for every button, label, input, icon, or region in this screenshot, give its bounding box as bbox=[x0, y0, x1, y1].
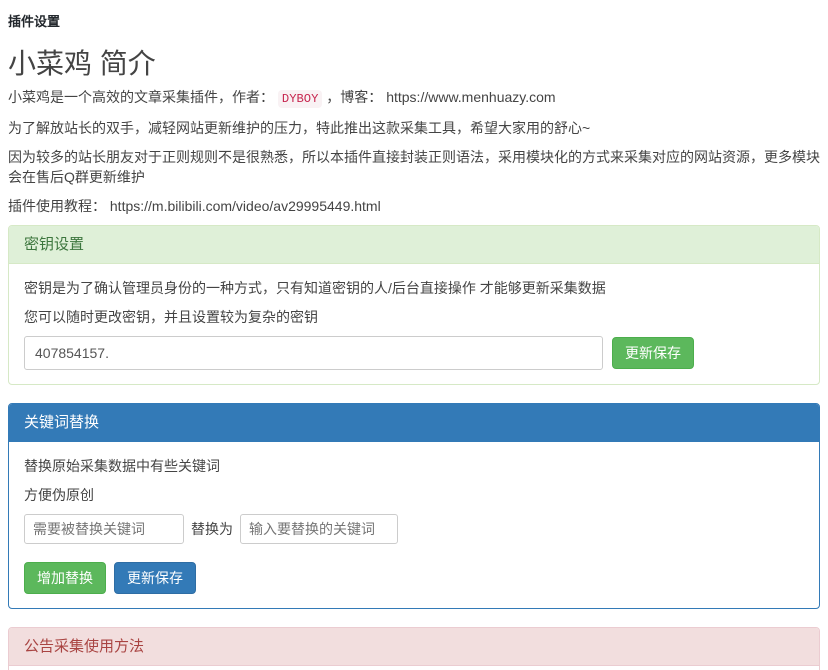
author-code: DYBOY bbox=[278, 90, 323, 108]
page-title: 插件设置 bbox=[8, 13, 820, 31]
plugin-settings-page: 插件设置 小菜鸡 简介 小菜鸡是一个高效的文章采集插件，作者： DYBOY ，博… bbox=[0, 0, 828, 670]
keyword-to-input[interactable] bbox=[240, 514, 398, 544]
intro-author-text-after: ，博客： bbox=[322, 89, 386, 105]
intro-author-text-before: 小菜鸡是一个高效的文章采集插件，作者： bbox=[8, 89, 278, 105]
tutorial-url: https://m.bilibili.com/video/av29995449.… bbox=[110, 198, 381, 214]
keyword-description-1: 替换原始采集数据中有些关键词 bbox=[24, 456, 804, 476]
keyword-description-2: 方便伪原创 bbox=[24, 485, 804, 505]
keyword-replace-panel-body: 替换原始采集数据中有些关键词 方便伪原创 替换为 增加替换 更新保存 bbox=[9, 442, 819, 608]
intro-paragraph-author: 小菜鸡是一个高效的文章采集插件，作者： DYBOY ，博客： https://w… bbox=[8, 87, 820, 109]
keyword-replace-panel-heading: 关键词替换 bbox=[9, 404, 819, 442]
key-description-1: 密钥是为了确认管理员身份的一种方式，只有知道密钥的人/后台直接操作 才能够更新采… bbox=[24, 278, 804, 298]
key-input-row: 更新保存 bbox=[24, 336, 804, 370]
add-replace-button[interactable]: 增加替换 bbox=[24, 562, 106, 594]
keyword-buttons-row: 增加替换 更新保存 bbox=[24, 562, 804, 594]
keyword-from-input[interactable] bbox=[24, 514, 184, 544]
keyword-save-button[interactable]: 更新保存 bbox=[114, 562, 196, 594]
key-settings-panel: 密钥设置 密钥是为了确认管理员身份的一种方式，只有知道密钥的人/后台直接操作 才… bbox=[8, 225, 820, 385]
key-settings-panel-heading: 密钥设置 bbox=[9, 226, 819, 264]
notice-usage-panel: 公告采集使用方法 bbox=[8, 627, 820, 670]
intro-paragraph-purpose: 为了解放站长的双手，减轻网站更新维护的压力，特此推出这款采集工具，希望大家用的舒… bbox=[8, 118, 820, 138]
key-save-button[interactable]: 更新保存 bbox=[612, 337, 694, 369]
key-input[interactable] bbox=[24, 336, 603, 370]
key-description-2: 您可以随时更改密钥，并且设置较为复杂的密钥 bbox=[24, 307, 804, 327]
intro-paragraph-tutorial: 插件使用教程： https://m.bilibili.com/video/av2… bbox=[8, 196, 820, 216]
replace-with-label: 替换为 bbox=[191, 519, 233, 539]
notice-usage-panel-heading: 公告采集使用方法 bbox=[9, 628, 819, 666]
keyword-replace-row: 替换为 bbox=[24, 514, 804, 544]
notice-usage-panel-body bbox=[9, 666, 819, 670]
keyword-replace-panel: 关键词替换 替换原始采集数据中有些关键词 方便伪原创 替换为 增加替换 更新保存 bbox=[8, 403, 820, 609]
intro-paragraph-modules: 因为较多的站长朋友对于正则规则不是很熟悉，所以本插件直接封装正则语法，采用模块化… bbox=[8, 147, 820, 187]
key-settings-panel-body: 密钥是为了确认管理员身份的一种方式，只有知道密钥的人/后台直接操作 才能够更新采… bbox=[9, 264, 819, 384]
blog-url: https://www.menhuazy.com bbox=[386, 89, 555, 105]
main-heading: 小菜鸡 简介 bbox=[8, 49, 820, 78]
tutorial-label: 插件使用教程： bbox=[8, 198, 110, 214]
